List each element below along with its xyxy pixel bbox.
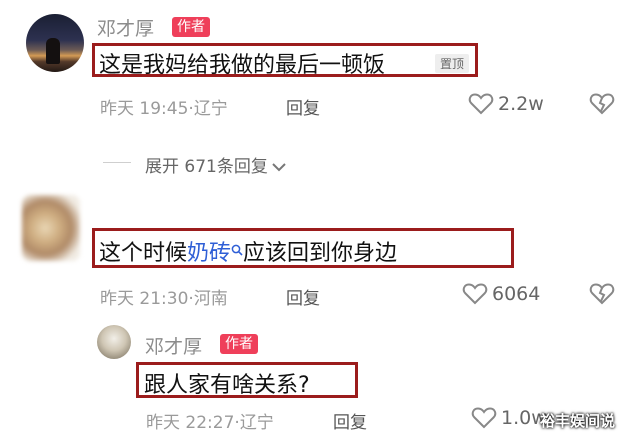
heart-icon[interactable] (462, 282, 488, 306)
expand-replies-button[interactable]: 展开 671条回复 (145, 152, 286, 177)
comment-text: 这是我妈给我做的最后一顿饭 (99, 53, 386, 78)
comment-time: 昨天 19:45·辽宁 (100, 99, 228, 119)
heart-icon[interactable] (468, 92, 494, 116)
pinned-badge: 置顶 (435, 54, 470, 73)
comment-author-name[interactable]: 邓才厚 (97, 14, 154, 41)
comment-text: 这个时候奶砖 应该回到你身边 (99, 235, 397, 267)
author-badge: 作者 (220, 334, 258, 354)
reply-button[interactable]: 回复 (333, 408, 367, 433)
reply-button[interactable]: 回复 (286, 94, 320, 119)
broken-heart-icon[interactable] (589, 282, 615, 306)
comment-time: 昨天 21:30·河南 (100, 289, 228, 309)
author-avatar[interactable] (26, 14, 84, 72)
author-avatar[interactable] (97, 325, 131, 359)
chevron-down-icon (272, 157, 286, 177)
avatar-silhouette (46, 38, 60, 64)
comment-time: 昨天 22:27·辽宁 (146, 413, 274, 433)
reply-button[interactable]: 回复 (286, 284, 320, 309)
like-count: 2.2w (498, 93, 544, 115)
author-badge: 作者 (172, 17, 210, 37)
search-icon[interactable] (231, 237, 243, 262)
divider-line (103, 162, 131, 163)
like-count: 6064 (492, 283, 541, 305)
comment-text: 跟人家有啥关系? (144, 373, 310, 398)
watermark-text: 裕丰娱间说 (540, 412, 616, 430)
keyword-link[interactable]: 奶砖 (187, 241, 231, 266)
comment-author-name[interactable]: 邓才厚 (145, 332, 202, 359)
commenter-avatar[interactable] (22, 195, 80, 261)
heart-icon[interactable] (471, 406, 497, 430)
broken-heart-icon[interactable] (589, 92, 615, 116)
